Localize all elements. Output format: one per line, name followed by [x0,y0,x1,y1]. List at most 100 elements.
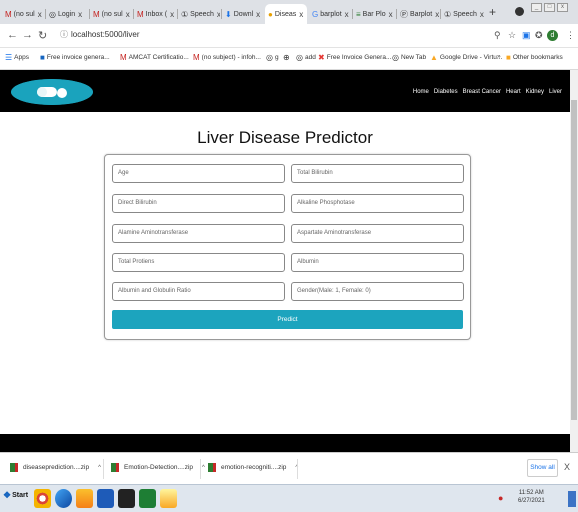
page-scrollbar[interactable] [570,70,578,452]
bookmark-apps[interactable]: ☰ Apps [5,53,29,62]
download-filename: Emotion-Detection....zip [124,464,194,471]
file-taskbar-icon[interactable] [160,489,177,508]
profile-dot-icon[interactable] [515,7,524,16]
reload-icon[interactable]: ↻ [38,29,47,42]
bookmark-label: Free invoice genera... [46,54,110,61]
tab-gmail-1[interactable]: M (no sul x [2,4,44,24]
close-icon[interactable]: x [435,10,439,19]
alkaline-phosphotase-input[interactable]: Alkaline Phosphotase [291,194,464,213]
alamine-aminotransferase-input[interactable]: Alamine Aminotransferase [112,224,285,243]
close-icon[interactable]: x [78,10,82,19]
tab-speech-1[interactable]: ① Speech x [178,4,220,24]
bookmark-invoice-1[interactable]: ■ Free invoice genera... [40,53,110,62]
minimize-button[interactable]: _ [531,3,542,12]
bookmark-no-subject[interactable]: M (no subject) - infoh... [193,53,261,62]
download-item[interactable]: diseaseprediction....zip ^ [10,463,101,472]
cmd-taskbar-icon[interactable] [118,489,135,508]
excel-taskbar-icon[interactable] [139,489,156,508]
bookmark-invoice-2[interactable]: ✖ Free Invoice Genera... [318,53,391,62]
tab-label: Downl [233,10,254,18]
gmail-icon: M [137,9,144,19]
total-bilirubin-input[interactable]: Total Bilirubin [291,164,464,183]
explorer-taskbar-icon[interactable] [76,489,93,508]
window-close-button[interactable]: x [557,3,568,12]
avatar[interactable]: d [547,30,558,41]
word-taskbar-icon[interactable] [97,489,114,508]
url-field[interactable]: ⓘ localhost:5000/liver [60,29,139,40]
start-button[interactable]: ❖ Start [3,490,28,501]
close-icon[interactable]: x [256,10,260,19]
nav-link-liver[interactable]: Liver [549,89,562,95]
close-icon[interactable]: x [38,10,42,19]
nav-link-diabetes[interactable]: Diabetes [434,89,458,95]
show-all-button[interactable]: Show all [527,459,558,477]
download-item[interactable]: emotion-recogniti....zip ^ [208,463,298,472]
nav-link-breast-cancer[interactable]: Breast Cancer [463,89,501,95]
back-arrow-icon[interactable]: ← [7,29,18,41]
chrome-taskbar-icon[interactable] [34,489,51,508]
gender-input[interactable]: Gender(Male: 1, Female: 0) [291,282,464,301]
puzzle-icon[interactable]: ✪ [535,30,543,41]
albumin-globulin-ratio-input[interactable]: Albumin and Globulin Ratio [112,282,285,301]
tab-barplot-2[interactable]: ≡ Bar Plo x [353,4,395,24]
info-icon[interactable]: ⓘ [60,29,68,40]
new-tab-button[interactable]: + [489,5,496,19]
bookmark-plus[interactable]: ⊕ [283,53,292,62]
total-protiens-input[interactable]: Total Protiens [112,253,285,272]
other-bookmarks[interactable]: ■ Other bookmarks [506,53,563,62]
close-icon[interactable]: x [170,10,174,19]
tab-gmail-2[interactable]: M (no sul x [90,4,132,24]
direct-bilirubin-input[interactable]: Direct Bilirubin [112,194,285,213]
start-label: Start [12,492,29,499]
close-icon[interactable]: x [126,10,130,19]
download-icon: ⬇ [225,9,232,19]
extension-icon[interactable]: ▣ [522,30,531,41]
more-bookmarks[interactable]: » [497,53,501,60]
site-logo[interactable] [11,79,93,105]
bookmark-add[interactable]: ◎ add [296,53,316,62]
nav-link-home[interactable]: Home [413,89,429,95]
close-icon[interactable]: x [389,10,393,19]
tab-barplot-3[interactable]: Ⓟ Barplot x [397,4,439,24]
tab-downloads[interactable]: ⬇ Downl x [222,4,264,24]
folder-icon: ■ [506,53,511,62]
tab-speech-2[interactable]: ① Speech x [441,4,485,24]
menu-dots-icon[interactable]: ⋮ [566,30,575,41]
star-icon[interactable]: ☆ [508,30,516,41]
globe-icon: ◎ [296,53,303,62]
download-item[interactable]: Emotion-Detection....zip ^ [111,463,205,472]
scrollbar-thumb[interactable] [571,100,577,420]
albumin-input[interactable]: Albumin [291,253,464,272]
web-page: Home Diabetes Breast Cancer Heart Kidney… [0,70,570,452]
close-icon[interactable]: x [217,10,220,19]
nav-link-kidney[interactable]: Kidney [526,89,544,95]
bookmark-amcat[interactable]: M AMCAT Certificatio... [120,53,189,62]
maximize-button[interactable]: □ [544,3,555,12]
close-icon[interactable]: X [564,462,570,472]
clock[interactable]: 11:52 AM 6/27/2021 [518,489,545,505]
zoom-icon[interactable]: ⚲ [494,30,501,41]
ie-taskbar-icon[interactable] [55,489,72,508]
gmail-icon: M [5,9,12,19]
browser-tab-strip: M (no sul x ◎ Login x M (no sul x M Inbox (x ①S… [0,0,578,24]
age-input[interactable]: Age [112,164,285,183]
bookmark-new-tab[interactable]: ◎ New Tab [392,53,426,62]
tray-app-icon[interactable]: ● [498,493,503,503]
chevron-up-icon[interactable]: ^ [202,465,205,471]
nav-link-heart[interactable]: Heart [506,89,521,95]
close-icon[interactable]: x [480,10,484,19]
close-icon[interactable]: x [299,10,303,19]
tab-login[interactable]: ◎ Login x [46,4,88,24]
bookmark-g[interactable]: ◎ g [266,53,279,62]
bookmark-google-drive[interactable]: ▲ Google Drive - Virtu... [430,53,502,62]
tab-label: Barplot [410,10,433,18]
show-desktop-button[interactable] [568,491,576,507]
tab-disease-active[interactable]: ● Diseas x [265,4,307,24]
tab-inbox[interactable]: M Inbox (x [134,4,176,24]
aspartate-aminotransferase-input[interactable]: Aspartate Aminotransferase [291,224,464,243]
close-icon[interactable]: x [345,10,349,19]
chevron-up-icon[interactable]: ^ [98,465,101,471]
tab-barplot-google[interactable]: Gbarplot x [309,4,351,24]
forward-arrow-icon[interactable]: → [22,29,33,41]
predict-button[interactable]: Predict [112,310,463,329]
